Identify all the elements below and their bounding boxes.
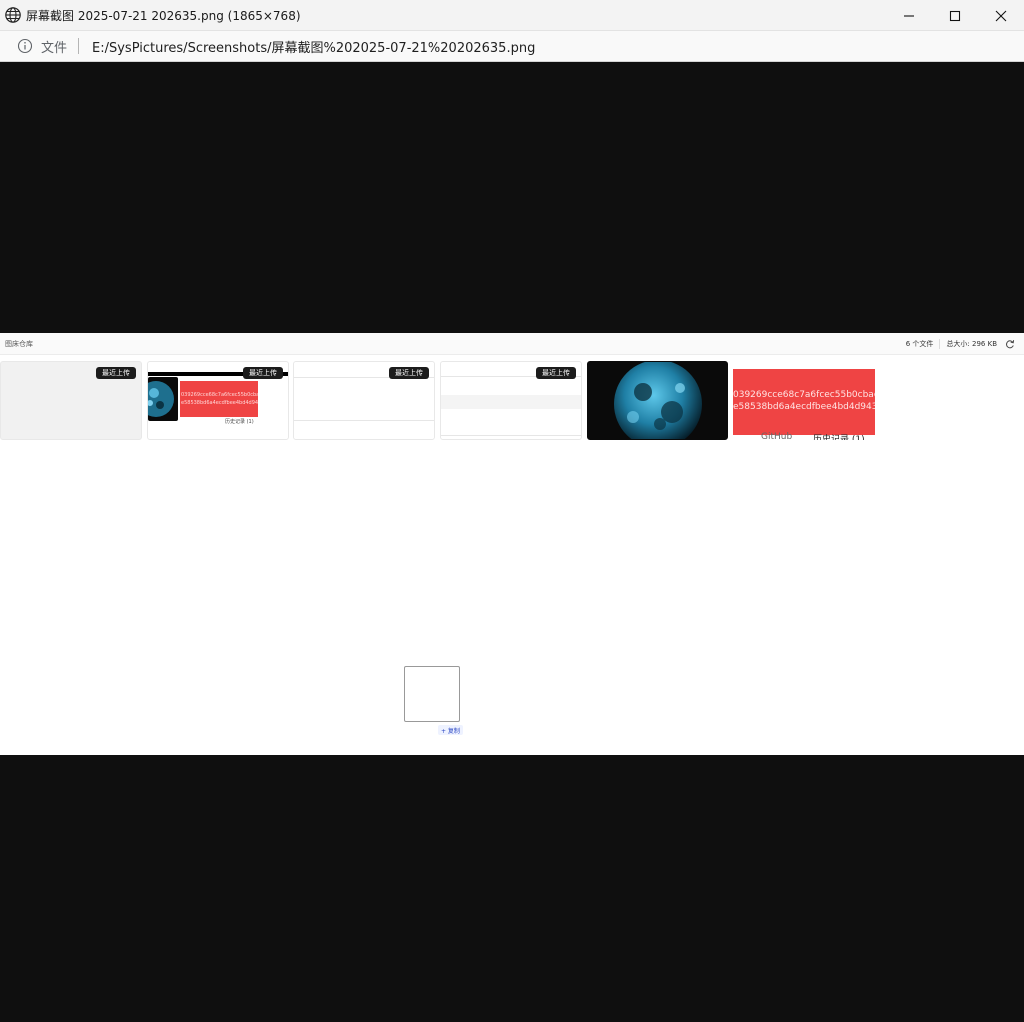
library-title: 图床仓库: [5, 339, 33, 348]
refresh-icon: [1006, 340, 1015, 349]
thumbnail-card: 039269cce68c7a6fcec55b0cbac6ac e58538bd6…: [147, 361, 289, 440]
close-button[interactable]: [978, 0, 1024, 31]
displayed-image: 图床仓库 6 个文件 总大小: 296 KB 最近上传 039269cce68c…: [0, 333, 1024, 755]
maximize-button[interactable]: [932, 0, 978, 31]
globe-image: [148, 381, 174, 417]
address-bar[interactable]: 文件 E:/SysPictures/Screenshots/屏幕截图%20202…: [0, 31, 1024, 62]
thumbnail-caption: 历史记录 (1): [813, 435, 865, 440]
hash-line: 039269cce68c7a6fcec55b0cbac6ac: [733, 390, 875, 400]
recent-upload-badge: 最近上传: [96, 367, 136, 379]
hash-preview: 039269cce68c7a6fcec55b0cbac6ac e58538bd6…: [180, 381, 258, 417]
recent-upload-badge: 最近上传: [536, 367, 576, 379]
thumbnail-line: [441, 435, 581, 436]
thumbnail-card: 最近上传: [440, 361, 582, 440]
url-text[interactable]: E:/SysPictures/Screenshots/屏幕截图%202025-0…: [92, 37, 535, 56]
globe-thumbnail: [148, 377, 178, 421]
maximize-icon: [949, 10, 961, 21]
close-icon: [995, 10, 1007, 21]
info-icon[interactable]: [17, 38, 33, 54]
window-title: 屏幕截图 2025-07-21 202635.png (1865×768): [26, 8, 301, 23]
hash-line: 039269cce68c7a6fcec55b0cbac6ac: [181, 392, 258, 398]
window-controls: [886, 0, 1024, 31]
hash-line: e58538bd6a4ecdfbee4bd4d9439d: [733, 402, 875, 412]
total-size: 总大小: 296 KB: [946, 340, 997, 348]
hash-preview: 039269cce68c7a6fcec55b0cbac6ac e58538bd6…: [733, 369, 875, 435]
recent-upload-badge: 最近上传: [243, 367, 283, 379]
file-count: 6 个文件: [905, 340, 934, 348]
thumbnail-card: 039269cce68c7a6fcec55b0cbac6ac e58538bd6…: [733, 361, 875, 440]
minimize-button[interactable]: [886, 0, 932, 31]
header-divider: [939, 339, 941, 349]
thumbnail-caption: GitHub: [761, 432, 793, 440]
minimize-icon: [904, 14, 914, 17]
globe-icon: [5, 7, 21, 23]
upload-drop-box: [404, 666, 460, 722]
address-separator: [78, 38, 80, 54]
thumbnail-card: 最近上传: [0, 361, 142, 440]
recent-upload-badge: 最近上传: [389, 367, 429, 379]
window-title-bar: 屏幕截图 2025-07-21 202635.png (1865×768): [0, 0, 1024, 31]
thumbnail-card: [587, 361, 728, 440]
hash-line: e58538bd6a4ecdfbee4bd4d9439d: [181, 400, 258, 406]
image-library-header: 图床仓库 6 个文件 总大小: 296 KB: [0, 333, 1024, 355]
thumbnail-card: 最近上传: [293, 361, 435, 440]
thumbnail-caption: 历史记录 (1): [225, 419, 254, 425]
thumbnail-line: [294, 420, 434, 421]
thumbnail-band: [441, 395, 581, 409]
copy-button: + 复制: [438, 725, 463, 735]
globe-image: [588, 362, 727, 439]
url-scheme-label: 文件: [41, 40, 68, 56]
